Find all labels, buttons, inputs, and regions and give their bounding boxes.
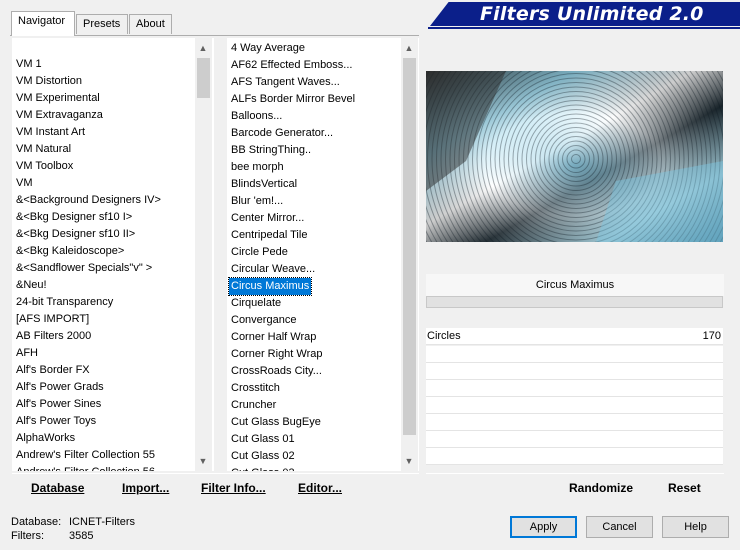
category-item[interactable]: VM Extravaganza <box>14 107 192 124</box>
database-label: Database: <box>11 516 62 528</box>
editor-button[interactable]: Editor... <box>298 481 342 495</box>
filter-info-button[interactable]: Filter Info... <box>201 481 266 495</box>
filter-item[interactable]: Blur 'em!... <box>229 193 399 210</box>
category-item[interactable]: &<Bkg Kaleidoscope> <box>14 243 192 260</box>
database-value: ICNET-Filters <box>69 516 135 528</box>
filters-label: Filters: <box>11 530 44 542</box>
help-button[interactable]: Help <box>662 516 729 538</box>
filter-item[interactable]: Balloons... <box>229 108 399 125</box>
filter-item[interactable]: Cirquelate <box>229 295 399 312</box>
param-row-empty <box>426 397 723 414</box>
chevron-down-icon[interactable]: ▼ <box>195 453 211 469</box>
filter-scrollbar[interactable]: ▲ ▼ <box>401 38 418 471</box>
filter-item[interactable]: Circular Weave... <box>229 261 399 278</box>
category-item[interactable]: AlphaWorks <box>14 430 192 447</box>
category-item[interactable]: Andrew's Filter Collection 56 <box>14 464 192 471</box>
category-item[interactable]: VM Toolbox <box>14 158 192 175</box>
category-item[interactable]: Alf's Power Toys <box>14 413 192 430</box>
category-item[interactable]: [AFS IMPORT] <box>14 311 192 328</box>
filter-item[interactable]: Barcode Generator... <box>229 125 399 142</box>
filter-item[interactable]: CrossRoads City... <box>229 363 399 380</box>
filter-item[interactable]: Cruncher <box>229 397 399 414</box>
preview-image <box>426 71 723 242</box>
category-item[interactable]: VM <box>14 175 192 192</box>
filter-item[interactable]: Crosstitch <box>229 380 399 397</box>
app-title: Filters Unlimited 2.0 <box>480 3 704 25</box>
param-row-circles[interactable]: Circles 170 <box>426 328 723 345</box>
category-item[interactable]: &<Bkg Designer sf10 I> <box>14 209 192 226</box>
tab-navigator[interactable]: Navigator <box>11 11 75 36</box>
filter-item[interactable]: Cut Glass 02 <box>229 448 399 465</box>
category-item[interactable]: 24-bit Transparency <box>14 294 192 311</box>
category-item[interactable]: Alf's Power Grads <box>14 379 192 396</box>
randomize-button[interactable]: Randomize <box>569 481 633 495</box>
chevron-up-icon[interactable]: ▲ <box>401 40 417 56</box>
filter-item[interactable]: Corner Half Wrap <box>229 329 399 346</box>
param-row-empty <box>426 431 723 448</box>
category-item[interactable]: &<Bkg Designer sf10 II> <box>14 226 192 243</box>
category-list[interactable]: VM 1 VM Distortion VM Experimental VM Extra… <box>12 38 214 471</box>
param-row-empty <box>426 448 723 465</box>
filter-list[interactable]: 4 Way Average AF62 Effected Emboss... AFS … <box>227 38 419 471</box>
filter-item[interactable]: ALFs Border Mirror Bevel <box>229 91 399 108</box>
category-scrollbar[interactable]: ▲ ▼ <box>195 38 212 471</box>
tab-presets[interactable]: Presets <box>76 14 128 34</box>
filter-item[interactable]: Cut Glass 01 <box>229 431 399 448</box>
right-toolbar: Randomize Reset <box>426 473 724 499</box>
database-button[interactable]: Database <box>31 481 84 495</box>
category-item[interactable]: VM Natural <box>14 141 192 158</box>
tab-about[interactable]: About <box>129 14 172 34</box>
category-item[interactable]: AB Filters 2000 <box>14 328 192 345</box>
category-item[interactable]: Andrew's Filter Collection 55 <box>14 447 192 464</box>
filter-item[interactable]: Convergance <box>229 312 399 329</box>
param-row-empty <box>426 414 723 431</box>
param-value: 170 <box>702 330 721 342</box>
chevron-down-icon[interactable]: ▼ <box>401 453 417 469</box>
param-label: Circles <box>427 330 461 342</box>
filter-item[interactable]: Circus Maximus <box>227 277 313 296</box>
import-button[interactable]: Import... <box>122 481 169 495</box>
category-item[interactable]: AFH <box>14 345 192 362</box>
param-row-empty <box>426 380 723 397</box>
category-item[interactable]: VM Instant Art <box>14 124 192 141</box>
category-item[interactable]: &Neu! <box>14 277 192 294</box>
filter-item[interactable]: Center Mirror... <box>229 210 399 227</box>
category-item[interactable]: &<Sandflower Specials"v" > <box>14 260 192 277</box>
param-header-bar <box>426 296 723 308</box>
category-item[interactable]: &<Background Designers IV> <box>14 192 192 209</box>
category-item[interactable]: VM 1 <box>14 56 192 73</box>
filter-item[interactable]: Circle Pede <box>229 244 399 261</box>
category-item[interactable]: VM Distortion <box>14 73 192 90</box>
filter-item[interactable]: bee morph <box>229 159 399 176</box>
banner-underline <box>428 27 740 29</box>
filter-name-title: Circus Maximus <box>426 274 724 296</box>
filters-value: 3585 <box>69 530 94 542</box>
left-toolbar: Database Import... Filter Info... Editor… <box>12 473 419 499</box>
filter-item[interactable]: Corner Right Wrap <box>229 346 399 363</box>
filter-item[interactable]: AF62 Effected Emboss... <box>229 57 399 74</box>
category-scroll-thumb[interactable] <box>197 58 210 98</box>
filter-item[interactable]: 4 Way Average <box>229 40 399 57</box>
cancel-button[interactable]: Cancel <box>586 516 653 538</box>
filter-item[interactable]: Cut Glass 03 <box>229 465 399 471</box>
filter-item[interactable]: BlindsVertical <box>229 176 399 193</box>
filter-item[interactable]: AFS Tangent Waves... <box>229 74 399 91</box>
chevron-up-icon[interactable]: ▲ <box>195 40 211 56</box>
filter-item[interactable]: Cut Glass BugEye <box>229 414 399 431</box>
reset-button[interactable]: Reset <box>668 481 701 495</box>
category-item[interactable]: VM Experimental <box>14 90 192 107</box>
apply-button[interactable]: Apply <box>510 516 577 538</box>
param-row-empty <box>426 363 723 380</box>
category-item[interactable]: Alf's Border FX <box>14 362 192 379</box>
category-item[interactable]: Alf's Power Sines <box>14 396 192 413</box>
filter-preview <box>426 71 723 242</box>
filter-item[interactable]: BB StringThing.. <box>229 142 399 159</box>
filter-item[interactable]: Centripedal Tile <box>229 227 399 244</box>
filter-scroll-thumb[interactable] <box>403 58 416 435</box>
param-row-empty <box>426 346 723 363</box>
